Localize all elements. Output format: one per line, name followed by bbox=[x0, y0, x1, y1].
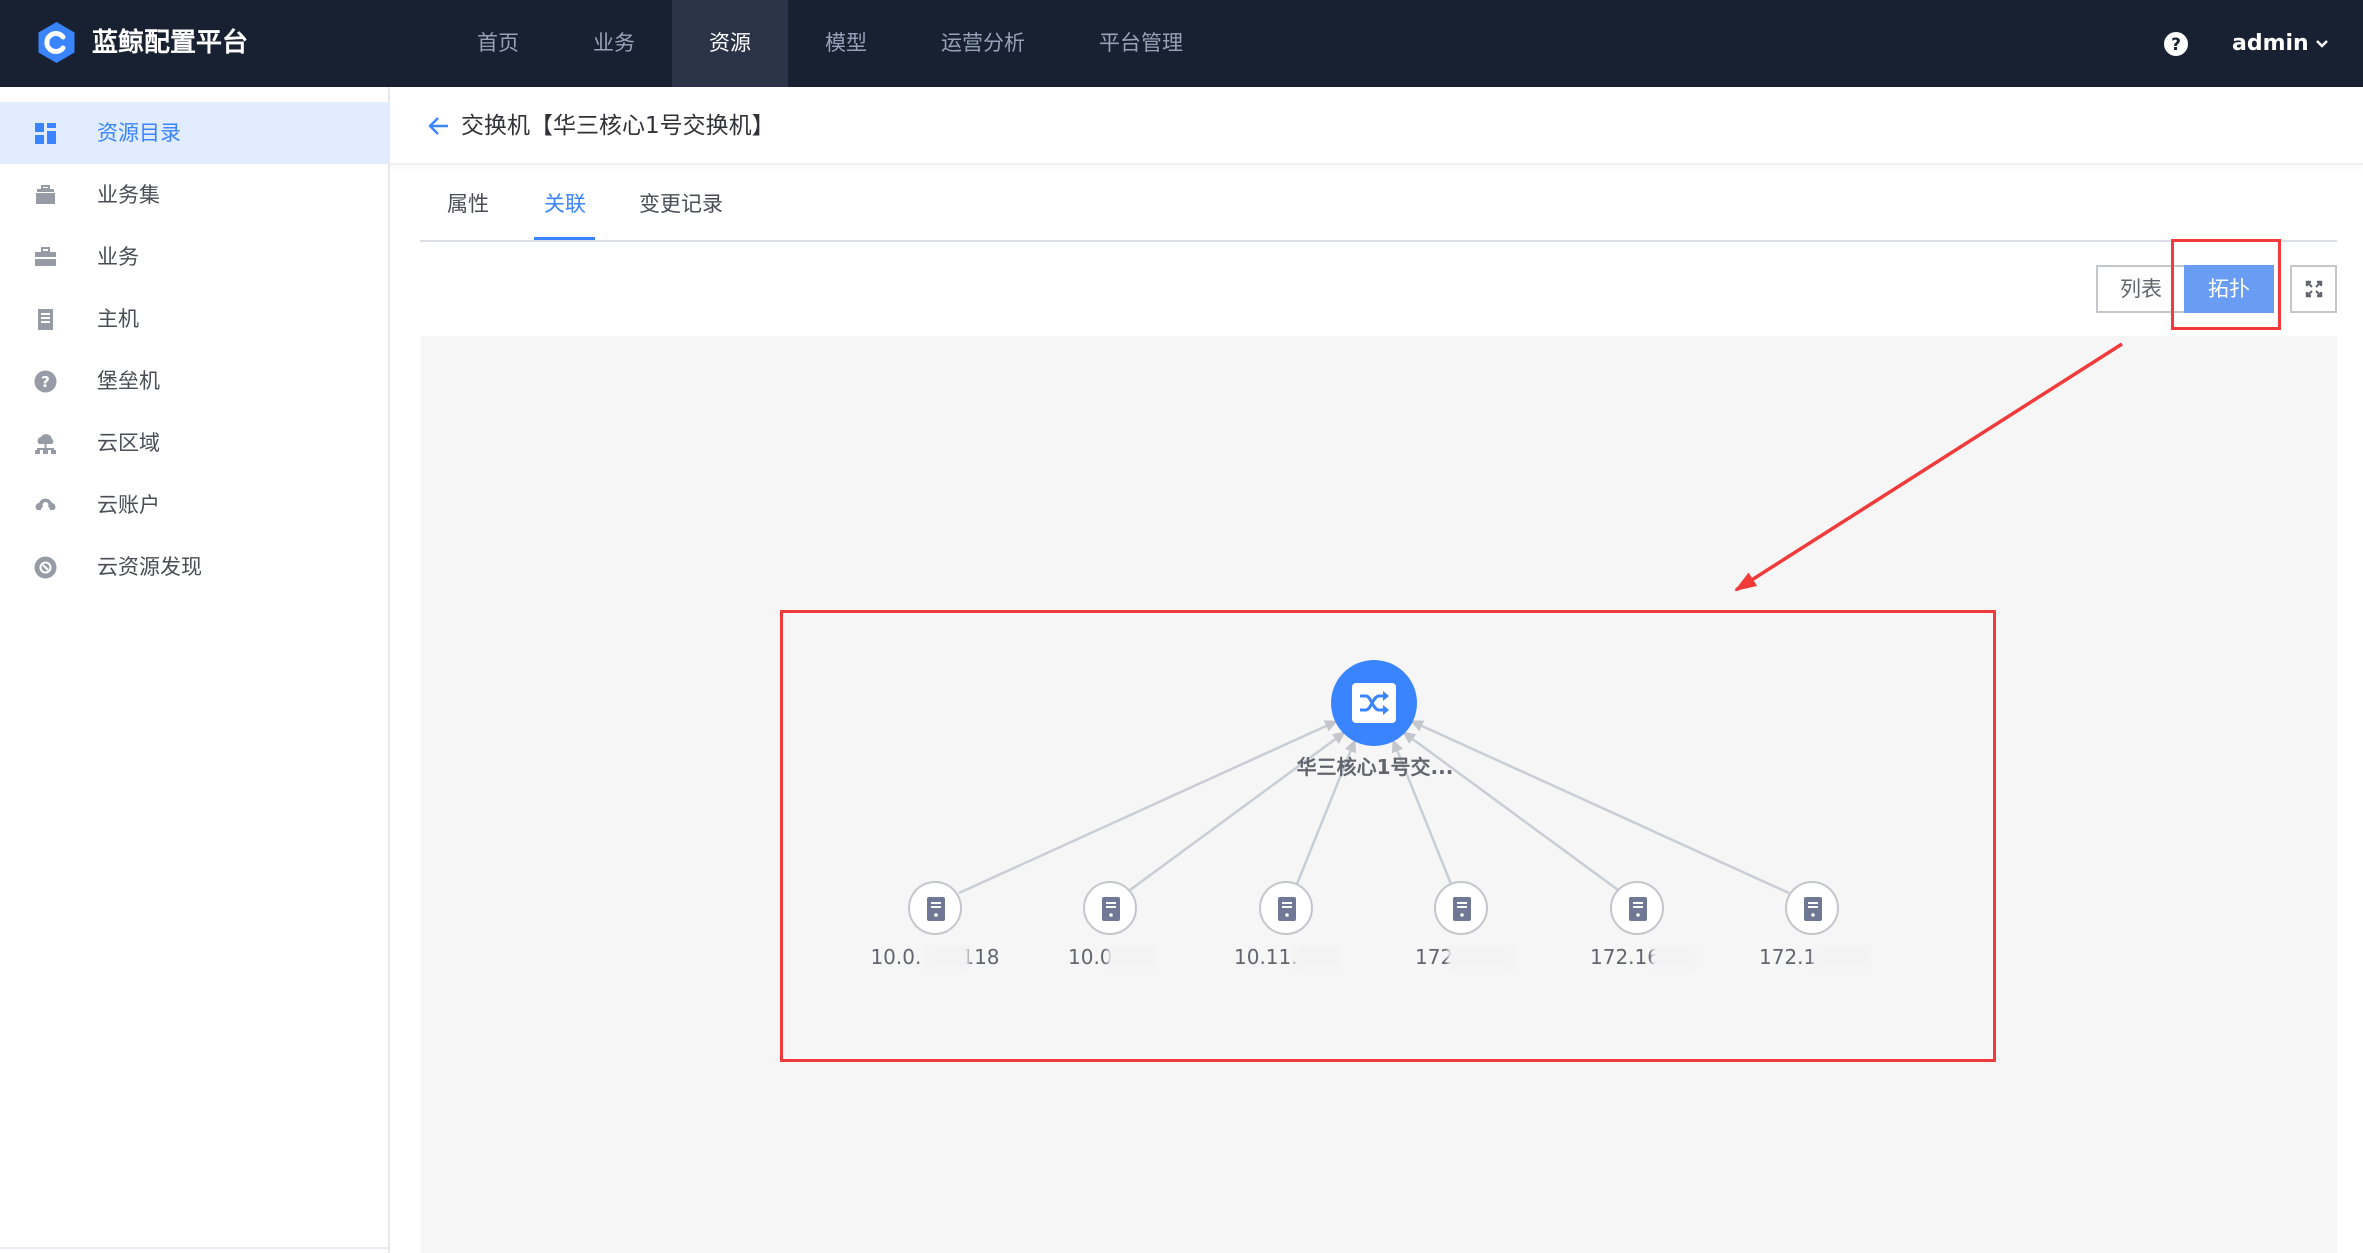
sidebar-item-label: 云账户 bbox=[97, 493, 160, 517]
host-node[interactable] bbox=[1259, 881, 1313, 935]
tab-associations[interactable]: 关联 bbox=[544, 180, 586, 242]
sidebar-item-cloud-discovery[interactable]: 云资源发现 bbox=[0, 536, 390, 598]
sidebar-item-business-set[interactable]: 业务集 bbox=[0, 164, 390, 226]
top-navigation-bar: 蓝鲸配置平台 首页 业务 资源 模型 运营分析 平台管理 ? admin bbox=[0, 0, 2363, 87]
switch-shuffle-icon bbox=[1352, 683, 1396, 723]
cloud-network-icon bbox=[35, 434, 56, 454]
masked-text bbox=[1108, 946, 1156, 970]
sidebar-item-host[interactable]: 主机 bbox=[0, 288, 390, 350]
sidebar-item-cloud-area[interactable]: 云区域 bbox=[0, 412, 390, 474]
username: admin bbox=[2232, 31, 2309, 56]
sidebar-item-label: 主机 bbox=[97, 307, 139, 331]
nav-business[interactable]: 业务 bbox=[556, 0, 672, 87]
host-icon bbox=[1453, 897, 1471, 921]
user-menu[interactable]: admin bbox=[2232, 27, 2329, 61]
masked-text bbox=[1294, 946, 1340, 970]
masked-text bbox=[925, 946, 969, 970]
list-view-button[interactable]: 列表 bbox=[2096, 265, 2184, 313]
fullscreen-button[interactable] bbox=[2290, 265, 2337, 313]
sidebar-item-label: 业务 bbox=[97, 245, 139, 269]
sidebar: 资源目录 业务集 业务 主机 ? 堡垒机 云区域 云账户 云资源发现 bbox=[0, 87, 390, 1253]
nav-resource[interactable]: 资源 bbox=[672, 0, 788, 87]
nav-platform-admin[interactable]: 平台管理 bbox=[1062, 0, 1220, 87]
active-tab-indicator bbox=[534, 237, 595, 240]
svg-text:?: ? bbox=[41, 373, 50, 391]
briefcase-icon bbox=[35, 247, 56, 266]
sidebar-item-label: 业务集 bbox=[97, 183, 160, 207]
nav-analytics[interactable]: 运营分析 bbox=[904, 0, 1062, 87]
svg-text:?: ? bbox=[2171, 35, 2181, 55]
cloud-discover-icon bbox=[34, 556, 57, 579]
detail-tabs: 属性 关联 变更记录 bbox=[420, 180, 2337, 242]
host-icon bbox=[1804, 897, 1822, 921]
host-node[interactable] bbox=[1610, 881, 1664, 935]
sidebar-item-label: 堡垒机 bbox=[97, 369, 160, 393]
brand-name[interactable]: 蓝鲸配置平台 bbox=[92, 25, 248, 61]
host-node-label: 10.0. bbox=[1068, 945, 1119, 969]
page-title: 交换机【华三核心1号交换机】 bbox=[461, 113, 775, 139]
tab-change-log[interactable]: 变更记录 bbox=[639, 180, 723, 242]
chevron-down-icon bbox=[2315, 40, 2328, 48]
sidebar-item-label: 云资源发现 bbox=[97, 555, 202, 579]
main-nav: 首页 业务 资源 模型 运营分析 平台管理 bbox=[440, 0, 1220, 87]
sidebar-divider bbox=[0, 1247, 388, 1249]
sidebar-item-resource-directory[interactable]: 资源目录 bbox=[0, 102, 390, 164]
cloud-account-icon bbox=[35, 498, 56, 510]
grid-icon bbox=[35, 123, 56, 144]
server-icon bbox=[38, 309, 53, 330]
sidebar-item-business[interactable]: 业务 bbox=[0, 226, 390, 288]
tab-attributes[interactable]: 属性 bbox=[447, 180, 489, 242]
back-arrow-icon[interactable] bbox=[428, 115, 450, 137]
fullscreen-icon bbox=[2305, 280, 2323, 298]
switch-node-label: 华三核心1号交... bbox=[1296, 755, 1454, 779]
sidebar-item-label: 资源目录 bbox=[97, 121, 181, 145]
switch-node[interactable] bbox=[1331, 660, 1417, 746]
host-node[interactable] bbox=[1434, 881, 1488, 935]
nav-model[interactable]: 模型 bbox=[788, 0, 904, 87]
host-node[interactable] bbox=[1083, 881, 1137, 935]
masked-text bbox=[1813, 946, 1871, 970]
sidebar-item-bastion[interactable]: ? 堡垒机 bbox=[0, 350, 390, 412]
help-icon[interactable]: ? bbox=[2163, 31, 2189, 57]
host-icon bbox=[927, 897, 945, 921]
question-circle-icon: ? bbox=[34, 370, 57, 393]
masked-text bbox=[1448, 946, 1514, 970]
host-icon bbox=[1102, 897, 1120, 921]
host-icon bbox=[1278, 897, 1296, 921]
topology-canvas[interactable] bbox=[421, 336, 2337, 1253]
masked-text bbox=[1652, 946, 1696, 970]
sidebar-item-label: 云区域 bbox=[97, 431, 160, 455]
host-icon bbox=[1629, 897, 1647, 921]
host-node[interactable] bbox=[908, 881, 962, 935]
sidebar-item-cloud-account[interactable]: 云账户 bbox=[0, 474, 390, 536]
host-node[interactable] bbox=[1785, 881, 1839, 935]
logo-icon bbox=[38, 22, 75, 63]
nav-home[interactable]: 首页 bbox=[440, 0, 556, 87]
briefcase-stack-icon bbox=[36, 185, 55, 204]
topology-view-button[interactable]: 拓扑 bbox=[2184, 265, 2274, 313]
